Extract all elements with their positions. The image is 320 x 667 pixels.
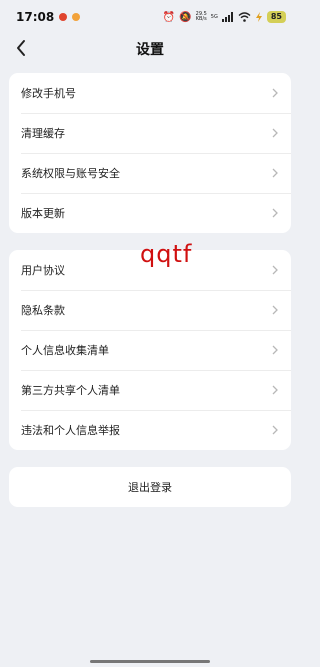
- settings-item-label: 第三方共享个人清单: [21, 384, 120, 397]
- settings-item-version-update[interactable]: 版本更新: [9, 193, 291, 233]
- chevron-right-icon: [272, 385, 278, 395]
- notification-app-icon-2: [72, 13, 81, 21]
- settings-group-legal: 用户协议 隐私条款 个人信息收集清单 第三方共享个人清单 违法和个人信息举报: [9, 250, 291, 450]
- page-title: 设置: [136, 42, 164, 58]
- notification-app-icon: [59, 13, 68, 21]
- status-time: 17:08: [16, 10, 55, 24]
- settings-item-label: 用户协议: [21, 264, 65, 277]
- settings-item-third-party-sharing[interactable]: 第三方共享个人清单: [9, 370, 291, 410]
- status-right: ⏰ 🔕 29.5 KB/s 5G 85: [163, 11, 286, 23]
- net-speed: 29.5 KB/s: [196, 12, 207, 22]
- settings-item-permissions-security[interactable]: 系统权限与账号安全: [9, 153, 291, 193]
- settings-item-label: 违法和个人信息举报: [21, 424, 120, 437]
- settings-item-privacy-policy[interactable]: 隐私条款: [9, 290, 291, 330]
- settings-item-label: 隐私条款: [21, 304, 65, 317]
- chevron-right-icon: [272, 345, 278, 355]
- settings-item-label: 版本更新: [21, 207, 65, 220]
- chevron-right-icon: [272, 305, 278, 315]
- settings-item-clear-cache[interactable]: 清理缓存: [9, 113, 291, 153]
- settings-group-account: 修改手机号 清理缓存 系统权限与账号安全 版本更新: [9, 73, 291, 233]
- chevron-right-icon: [272, 265, 278, 275]
- settings-item-label: 修改手机号: [21, 87, 76, 100]
- charging-icon: [255, 12, 262, 22]
- battery-level: 85: [266, 11, 286, 23]
- settings-item-label: 系统权限与账号安全: [21, 167, 120, 180]
- chevron-right-icon: [272, 168, 278, 178]
- status-bar: 17:08 ⏰ 🔕 29.5 KB/s 5G 85: [0, 0, 300, 34]
- settings-item-report[interactable]: 违法和个人信息举报: [9, 410, 291, 450]
- chevron-right-icon: [272, 88, 278, 98]
- wifi-icon: [238, 12, 251, 22]
- settings-item-label: 个人信息收集清单: [21, 344, 109, 357]
- logout-button[interactable]: 退出登录: [9, 467, 291, 507]
- watermark-text: qqtf: [140, 240, 193, 268]
- settings-item-label: 清理缓存: [21, 127, 65, 140]
- chevron-right-icon: [272, 128, 278, 138]
- alarm-icon: ⏰: [162, 11, 176, 23]
- network-type: 5G: [210, 13, 218, 20]
- settings-item-change-phone[interactable]: 修改手机号: [9, 73, 291, 113]
- home-indicator[interactable]: [90, 660, 210, 663]
- signal-icon: [221, 12, 233, 22]
- chevron-right-icon: [272, 425, 278, 435]
- net-speed-unit: KB/s: [195, 16, 207, 22]
- navigation-bar: 设置: [0, 34, 300, 62]
- settings-item-personal-info-list[interactable]: 个人信息收集清单: [9, 330, 291, 370]
- status-left: 17:08: [16, 10, 81, 24]
- mute-icon: 🔕: [179, 11, 192, 23]
- chevron-right-icon: [272, 208, 278, 218]
